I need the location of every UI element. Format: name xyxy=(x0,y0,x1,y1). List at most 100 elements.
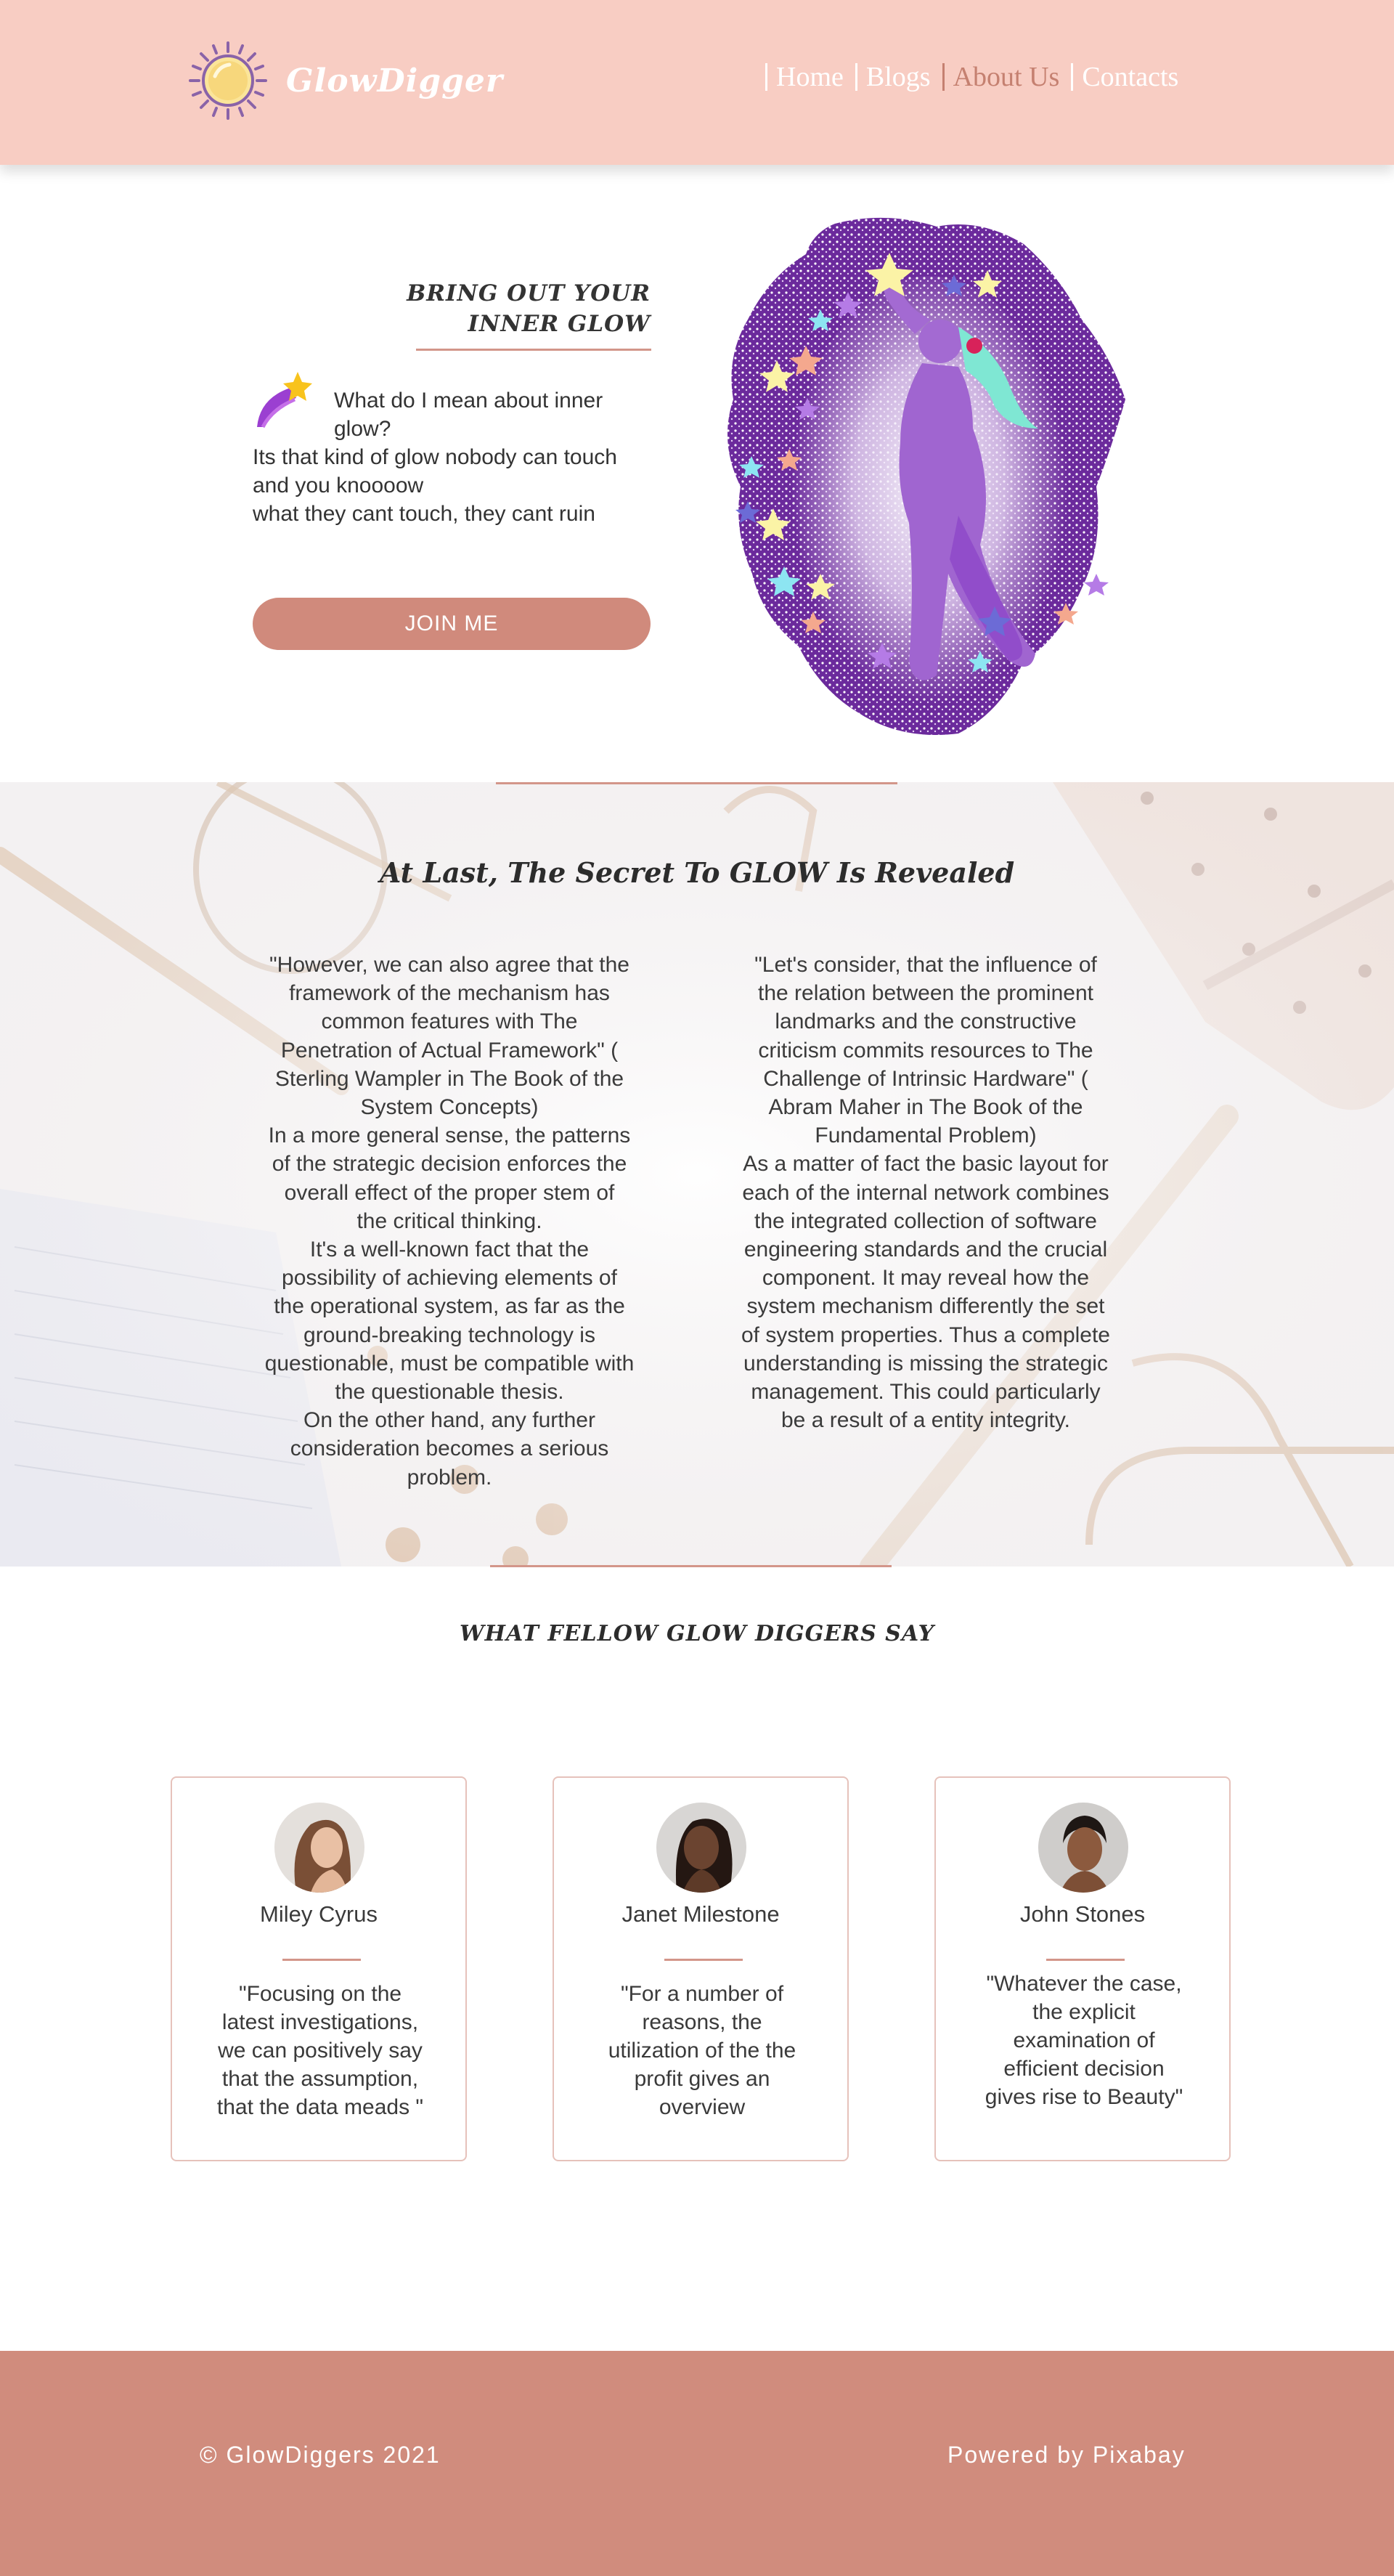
nav-link-label: Contacts xyxy=(1082,62,1179,92)
hero-body-line: Its that kind of glow nobody can touch xyxy=(253,445,617,469)
testimonial-card: Miley Cyrus "Focusing on the latest inve… xyxy=(171,1776,467,2161)
secret-text-line: framework of the mechanism has xyxy=(289,981,610,1006)
quote-line: profit gives an xyxy=(634,2067,770,2091)
secret-text-line: component. It may reveal how the xyxy=(762,1266,1090,1291)
nav-link-label: Home xyxy=(776,62,844,92)
secret-left-column: "However, we can also agree that the fra… xyxy=(246,951,653,1492)
hero-body-text: Its that kind of glow nobody can touch a… xyxy=(253,443,659,528)
site-footer: © GlowDiggers 2021 Powered by Pixabay xyxy=(0,2351,1394,2576)
testimonial-name: Janet Milestone xyxy=(621,1901,780,1927)
card-divider xyxy=(1046,1959,1125,1961)
secret-text-line: Penetration of Actual Framework" ( xyxy=(280,1038,619,1063)
nav-divider xyxy=(765,63,767,91)
secret-text-line: Fundamental Problem) xyxy=(815,1124,1037,1148)
hero-heading-line: BRING OUT YOUR xyxy=(407,280,651,306)
card-divider xyxy=(282,1959,361,1961)
secret-text-line: Challenge of Intrinsic Hardware" ( xyxy=(763,1066,1088,1091)
quote-line: gives rise to Beauty" xyxy=(985,2085,1183,2109)
testimonial-quote: "Focusing on the latest investigations, … xyxy=(201,1980,439,2121)
section-divider xyxy=(496,782,897,784)
sun-logo-icon[interactable] xyxy=(187,40,269,121)
secret-text-line: consideration becomes a serious xyxy=(290,1437,609,1461)
quote-line: latest investigations, xyxy=(221,2010,419,2034)
quote-line: we can positively say xyxy=(218,2039,423,2063)
quote-line: "Focusing on the xyxy=(238,1982,402,2006)
top-navbar: GlowDigger Home Blogs About Us Contacts xyxy=(0,0,1394,165)
hero-question-line: glow? xyxy=(334,417,391,441)
secret-text-line: Abram Maher in The Book of the xyxy=(768,1095,1083,1120)
avatar xyxy=(1038,1803,1128,1893)
quote-line: examination of xyxy=(1013,2028,1155,2052)
quote-line: reasons, the xyxy=(642,2010,762,2034)
testimonials-title: WHAT FELLOW GLOW DIGGERS SAY xyxy=(459,1621,935,1646)
hero-body-line: and you knoooow xyxy=(253,474,424,497)
secret-text-line: common features with The xyxy=(321,1009,578,1034)
secret-text-line: understanding is missing the strategic xyxy=(743,1351,1108,1376)
secret-text-line: Sterling Wampler in The Book of the xyxy=(274,1066,624,1091)
quote-line: efficient decision xyxy=(1003,2057,1165,2081)
avatar xyxy=(274,1803,364,1893)
secret-text-line: On the other hand, any further xyxy=(303,1408,595,1433)
hero-heading: BRING OUT YOUR INNER GLOW xyxy=(407,278,651,339)
quote-line: the explicit xyxy=(1032,2000,1136,2024)
secret-text-line: ground-breaking technology is xyxy=(303,1322,595,1347)
nav-divider xyxy=(1071,63,1074,91)
shooting-star-icon xyxy=(257,372,312,428)
quote-line: "For a number of xyxy=(620,1982,784,2006)
nav-link-contacts[interactable]: Contacts xyxy=(1071,61,1190,93)
quote-line: that the data meads " xyxy=(216,2095,424,2119)
footer-powered-by-link[interactable]: Powered by Pixabay xyxy=(947,2442,1186,2469)
footer-copyright: © GlowDiggers 2021 xyxy=(200,2442,441,2468)
hero-body-line: what they cant touch, they cant ruin xyxy=(253,502,595,526)
glowing-woman-illustration xyxy=(727,217,1125,735)
secret-section: At Last, The Secret To GLOW Is Revealed … xyxy=(0,782,1394,1567)
nav-divider xyxy=(855,63,857,91)
nav-menu: Home Blogs About Us Contacts xyxy=(765,61,1190,93)
secret-text-line: the integrated collection of software xyxy=(754,1208,1097,1233)
secret-text-line: of system properties. Thus a complete xyxy=(741,1322,1110,1347)
secret-text-line: System Concepts) xyxy=(360,1095,539,1120)
secret-text-line: In a more general sense, the patterns xyxy=(268,1124,631,1148)
secret-text-line: problem. xyxy=(407,1465,492,1490)
secret-section-title: At Last, The Secret To GLOW Is Revealed xyxy=(379,856,1015,889)
hero-heading-line: INNER GLOW xyxy=(468,311,651,337)
hero-question-line: What do I mean about inner xyxy=(334,389,603,413)
secret-text-line: overall effect of the proper stem of xyxy=(284,1180,615,1205)
testimonial-card: Janet Milestone "For a number of reasons… xyxy=(553,1776,849,2161)
secret-text-line: possibility of achieving elements of xyxy=(282,1266,617,1291)
quote-line: "Whatever the case, xyxy=(986,1972,1182,1996)
testimonial-name: John Stones xyxy=(1019,1901,1146,1927)
hero-question: What do I mean about inner glow? xyxy=(334,386,653,443)
secret-text-line: "Let's consider, that the influence of xyxy=(754,953,1097,977)
join-me-button[interactable]: JOIN ME xyxy=(253,598,651,650)
secret-text-line: of the strategic decision enforces the xyxy=(272,1152,627,1177)
secret-text-line: the questionable thesis. xyxy=(335,1380,564,1405)
quote-line: that the assumption, xyxy=(221,2067,419,2091)
secret-right-column: "Let's consider, that the influence of t… xyxy=(722,951,1129,1434)
quote-line: utilization of the the xyxy=(608,2039,796,2063)
secret-text-line: engineering standards and the crucial xyxy=(743,1238,1108,1262)
nav-link-blogs[interactable]: Blogs xyxy=(855,61,942,93)
secret-text-line: be a result of a entity integrity. xyxy=(781,1408,1070,1433)
avatar xyxy=(656,1803,746,1893)
nav-link-label: About Us xyxy=(953,62,1060,92)
secret-text-line: management. This could particularly xyxy=(751,1380,1101,1405)
secret-text-line: the operational system, as far as the xyxy=(274,1294,625,1319)
desk-flatlay-background-image xyxy=(0,782,1394,1567)
site-logo-text[interactable]: GlowDigger xyxy=(286,62,503,99)
secret-text-line: system mechanism differently the set xyxy=(746,1294,1105,1319)
testimonial-quote: "For a number of reasons, the utilizatio… xyxy=(583,1980,821,2121)
secret-text-line: questionable, must be compatible with xyxy=(264,1351,635,1376)
secret-text-line: "However, we can also agree that the xyxy=(269,953,629,977)
secret-text-line: the relation between the prominent xyxy=(758,981,1093,1006)
card-divider xyxy=(664,1959,743,1961)
testimonial-card: John Stones "Whatever the case, the expl… xyxy=(934,1776,1231,2161)
testimonial-name: Miley Cyrus xyxy=(260,1901,378,1927)
nav-link-home[interactable]: Home xyxy=(765,61,855,93)
secret-text-line: As a matter of fact the basic layout for xyxy=(743,1152,1109,1177)
quote-line: overview xyxy=(659,2095,746,2119)
secret-text-line: each of the internal network combines xyxy=(742,1180,1109,1205)
nav-link-label: Blogs xyxy=(865,62,931,92)
secret-text-line: landmarks and the constructive xyxy=(775,1009,1077,1034)
nav-link-about-us[interactable]: About Us xyxy=(942,61,1072,93)
